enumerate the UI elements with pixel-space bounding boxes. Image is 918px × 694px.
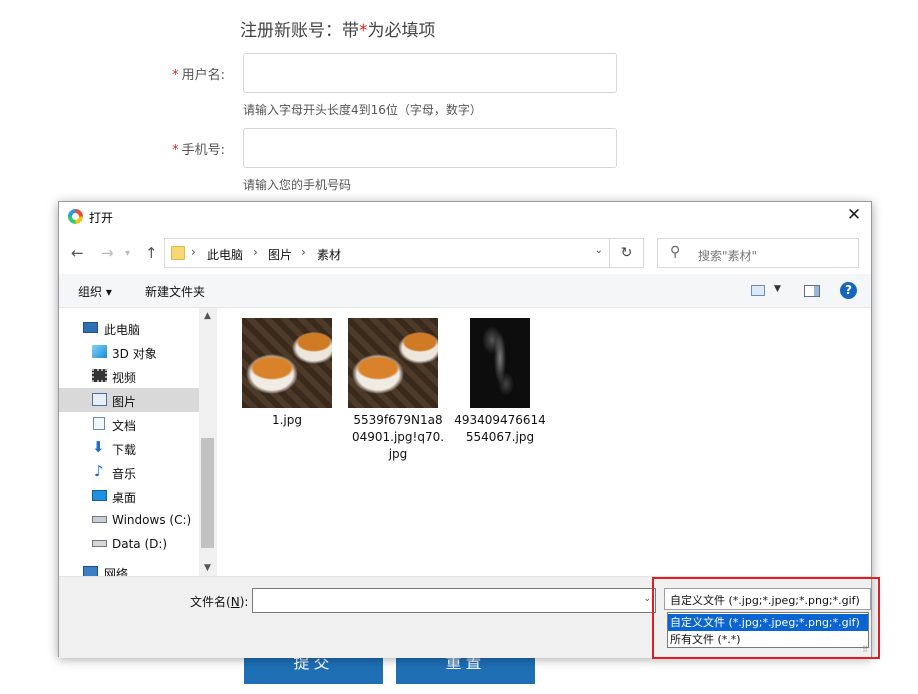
nav-item-label: 音乐 [112, 467, 137, 481]
page-title: 注册新账号：带*为必填项 [240, 16, 436, 41]
nav-item-label: 桌面 [112, 491, 137, 505]
filename-label-text: 文件名 [190, 595, 227, 609]
nav-item-label: 3D 对象 [112, 347, 157, 361]
phone-label: * 手机号: [150, 139, 225, 158]
address-bar[interactable]: › 此电脑 › 图片 › 素材 ⌄ [164, 238, 610, 268]
nav-item-label: Data (D:) [112, 537, 168, 551]
dialog-title: 打开 [89, 211, 114, 225]
close-icon[interactable]: ✕ [845, 206, 863, 224]
download-icon: ⬇ [92, 438, 105, 456]
search-box[interactable]: ⚲ 搜索"素材" [657, 238, 859, 268]
filename-dropdown-icon[interactable]: ⌄ [643, 594, 651, 604]
nav-item-label: 图片 [112, 395, 137, 409]
nav-item-label: 下载 [112, 443, 137, 457]
new-folder-button[interactable]: 新建文件夹 [145, 283, 205, 300]
file-name: 493409476614554067.jpg [454, 413, 546, 444]
document-icon [93, 417, 105, 430]
nav-item-network[interactable]: 网络 [59, 560, 199, 576]
nav-item-desktop[interactable]: 桌面 [59, 484, 199, 508]
address-row: ← → ▾ ↑ › 此电脑 › 图片 › 素材 ⌄ ↻ ⚲ 搜索"素材" [59, 232, 871, 274]
filename-access-key: N [230, 595, 240, 609]
nav-item-windows-c[interactable]: Windows (C:) [59, 508, 199, 532]
username-hint: 请输入字母开头长度4到16位（字母，数字） [243, 103, 482, 117]
nav-item-label: 此电脑 [104, 323, 141, 337]
nav-item-music[interactable]: ♪ 音乐 [59, 460, 199, 484]
nav-item-documents[interactable]: 文档 [59, 412, 199, 436]
folder-icon [171, 246, 185, 260]
nav-item-label: 文档 [112, 419, 137, 433]
title-suffix: 为必填项 [367, 21, 436, 41]
breadcrumb-this-pc[interactable]: 此电脑 [207, 246, 243, 263]
drive-icon [92, 516, 107, 523]
phone-input[interactable] [243, 128, 617, 168]
app-icon [68, 209, 83, 224]
nav-item-this-pc[interactable]: 此电脑 [59, 316, 199, 340]
file-thumbnail [242, 318, 332, 408]
title-prefix: 注册新账号：带 [240, 21, 359, 41]
nav-item-data-d[interactable]: Data (D:) [59, 532, 199, 556]
computer-icon [83, 322, 98, 333]
video-icon [92, 369, 107, 382]
navigation-pane: 此电脑 3D 对象 视频 图片 文档 ⬇ 下载 ♪ 音乐 桌面 Windows … [59, 308, 216, 576]
filename-input[interactable]: ⌄ [252, 588, 656, 613]
drive-icon [92, 540, 107, 547]
up-arrow-icon[interactable]: ↑ [145, 244, 158, 262]
file-thumbnail [470, 318, 530, 408]
breadcrumb-pictures[interactable]: 图片 [268, 246, 292, 263]
file-thumbnail [348, 318, 438, 408]
nav-item-pictures[interactable]: 图片 [59, 388, 199, 412]
back-arrow-icon[interactable]: ← [71, 244, 84, 262]
required-mark: * [172, 143, 179, 158]
dialog-titlebar: 打开 ✕ [59, 202, 871, 232]
phone-hint: 请输入您的手机号码 [243, 178, 352, 192]
scroll-thumb[interactable] [201, 438, 214, 548]
annotation-highlight [652, 577, 880, 659]
recent-dropdown-icon[interactable]: ▾ [125, 248, 130, 259]
nav-item-3d-objects[interactable]: 3D 对象 [59, 340, 199, 364]
organize-button[interactable]: 组织 ▾ [78, 283, 112, 300]
command-toolbar: 组织 ▾ 新建文件夹 ▼ ? [59, 274, 871, 308]
phone-label-text: 手机号: [181, 143, 225, 158]
username-label-text: 用户名: [181, 68, 225, 83]
network-icon [83, 566, 98, 576]
nav-item-downloads[interactable]: ⬇ 下载 [59, 436, 199, 460]
view-dropdown-icon[interactable]: ▼ [774, 284, 781, 294]
filename-label: 文件名(N): [190, 595, 249, 609]
address-dropdown-icon[interactable]: ⌄ [595, 245, 603, 256]
breadcrumb-material[interactable]: 素材 [317, 246, 341, 263]
required-mark: * [172, 68, 179, 83]
breadcrumb-separator: › [301, 245, 306, 259]
nav-item-label: 视频 [112, 371, 137, 385]
help-icon[interactable]: ? [840, 282, 857, 299]
breadcrumb-separator: › [191, 245, 196, 259]
file-list: 1.jpg 5539f679N1a804901.jpg!q70.jpg 4934… [216, 308, 871, 576]
view-mode-icon[interactable] [751, 285, 765, 296]
username-label: * 用户名: [150, 64, 225, 83]
scroll-down-icon[interactable]: ▼ [199, 560, 216, 576]
picture-icon [92, 393, 107, 406]
desktop-icon [92, 490, 107, 501]
file-name: 1.jpg [271, 413, 303, 427]
breadcrumb-separator: › [253, 245, 258, 259]
file-name: 5539f679N1a804901.jpg!q70.jpg [351, 413, 445, 461]
music-icon: ♪ [94, 462, 104, 480]
scroll-up-icon[interactable]: ▲ [199, 308, 216, 324]
preview-pane-icon[interactable] [804, 285, 820, 297]
nav-item-label: Windows (C:) [112, 513, 192, 527]
forward-arrow-icon[interactable]: → [101, 244, 114, 262]
cube-3d-icon [92, 345, 107, 358]
search-icon: ⚲ [670, 244, 681, 260]
refresh-icon[interactable]: ↻ [610, 238, 644, 268]
username-input[interactable] [243, 53, 617, 93]
nav-scrollbar[interactable]: ▲ ▼ [199, 308, 216, 576]
nav-item-label: 网络 [104, 567, 129, 576]
required-star: * [359, 21, 368, 41]
nav-item-videos[interactable]: 视频 [59, 364, 199, 388]
search-placeholder: 搜索"素材" [698, 249, 758, 263]
